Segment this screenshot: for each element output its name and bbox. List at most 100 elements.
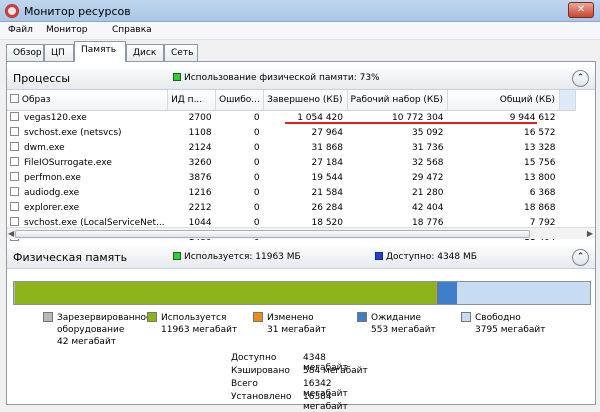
- cell-faults: 0: [253, 157, 260, 168]
- menu-bar: Файл Монитор Справка: [0, 22, 600, 40]
- table-row[interactable]: svchost.exe (netsvcs) 1108 0 27 964 35 092 16…: [7, 125, 576, 140]
- process-name: vegas120.exe: [24, 113, 87, 124]
- cell-pid: 2212: [188, 202, 212, 213]
- physical-memory-header[interactable]: Физическая память Используется: 11963 МБ…: [7, 247, 595, 269]
- process-image: audiodg.exe: [7, 185, 168, 200]
- title-bar: Монитор ресурсов ✕: [0, 0, 600, 22]
- close-button[interactable]: ✕: [568, 2, 594, 18]
- table-row[interactable]: dwm.exe 2124 0 31 868 31 736 13 328: [7, 140, 576, 155]
- cell-commit: 19 544: [311, 172, 344, 183]
- row-checkbox[interactable]: [10, 127, 19, 136]
- free-swatch: [461, 312, 471, 322]
- table-row[interactable]: FileIOSurrogate.exe 3260 0 27 184 32 568 15 7…: [7, 155, 576, 170]
- cell-faults: 0: [253, 142, 260, 153]
- column-faults[interactable]: Ошибо...: [215, 90, 265, 111]
- physical-memory-title: Физическая память: [13, 251, 128, 264]
- cell-faults: 0: [253, 127, 260, 138]
- table-row[interactable]: perfmon.exe 3876 0 19 544 29 472 13 800: [7, 170, 576, 185]
- stat-total: Всего 16342 мегабайт: [231, 379, 371, 399]
- used-text: Используется: 11963 МБ: [184, 252, 301, 262]
- process-image: perfmon.exe: [7, 170, 168, 185]
- process-image: explorer.exe: [7, 200, 168, 215]
- stat-cached: Кэшировано 584 мегабайт: [231, 366, 371, 379]
- process-name: dwm.exe: [24, 143, 65, 153]
- cell-commit: 31 868: [311, 142, 344, 153]
- legend-in-use-label: Используется: [161, 313, 227, 323]
- cell-working-set: 35 092: [412, 127, 444, 138]
- legend-modified-value: 31 мегабайт: [267, 325, 327, 335]
- stat-total-label: Всего: [231, 379, 258, 389]
- row-checkbox[interactable]: [10, 187, 19, 196]
- tab-network[interactable]: Сеть: [164, 44, 198, 61]
- legend-modified-label: Изменено: [267, 313, 314, 323]
- processes-header[interactable]: Процессы Использование физической памяти…: [7, 68, 595, 90]
- cell-shareable: 16 572: [524, 127, 556, 138]
- column-commit[interactable]: Завершено (КБ): [263, 90, 348, 111]
- legend-standby-label: Ожидание: [371, 313, 422, 323]
- row-checkbox[interactable]: [10, 172, 19, 181]
- bar-standby: [437, 282, 457, 304]
- used-info: Используется: 11963 МБ: [173, 252, 301, 262]
- row-checkbox[interactable]: [10, 157, 19, 166]
- scroll-right-icon[interactable]: ▶: [587, 229, 593, 238]
- column-pid[interactable]: ИД п...: [167, 90, 217, 111]
- cell-faults: 0: [253, 187, 260, 198]
- menu-help[interactable]: Справка: [112, 25, 152, 35]
- tab-memory[interactable]: Память: [74, 41, 126, 62]
- row-checkbox[interactable]: [10, 142, 19, 151]
- cell-extra: [560, 200, 576, 215]
- select-all-checkbox[interactable]: [10, 94, 19, 104]
- collapse-processes-icon[interactable]: ⌃: [572, 70, 589, 87]
- tab-cpu[interactable]: ЦП: [44, 44, 74, 61]
- tab-disk[interactable]: Диск: [126, 44, 164, 61]
- collapse-physical-icon[interactable]: ⌃: [572, 249, 589, 266]
- cell-shareable: 15 756: [524, 157, 556, 168]
- legend-standby-value: 553 мегабайт: [371, 325, 436, 335]
- row-checkbox[interactable]: [10, 217, 19, 226]
- menu-file[interactable]: Файл: [8, 25, 33, 35]
- cell-shareable: 6 368: [529, 187, 556, 198]
- cell-commit: 27 964: [311, 127, 344, 138]
- cell-shareable: 13 800: [524, 172, 556, 183]
- column-working-set[interactable]: Рабочий набор (КБ): [347, 90, 449, 111]
- green-square-icon: [173, 252, 181, 260]
- stat-installed-label: Установлено: [231, 392, 292, 402]
- cell-working-set: 29 472: [412, 172, 444, 183]
- cell-pid: 1108: [188, 127, 212, 138]
- table-row[interactable]: audiodg.exe 1216 0 21 584 21 280 6 368: [7, 185, 576, 200]
- column-extra: [559, 90, 577, 111]
- row-checkbox[interactable]: [10, 112, 19, 122]
- memory-usage-text: Использование физической памяти: 73%: [184, 73, 380, 83]
- scroll-left-icon[interactable]: ◀: [8, 229, 14, 238]
- process-name: explorer.exe: [24, 203, 80, 213]
- cell-working-set: 32 568: [412, 157, 444, 168]
- cell-extra: [560, 185, 576, 200]
- available-text: Доступно: 4348 МБ: [386, 252, 477, 262]
- scrollbar-thumb[interactable]: [15, 230, 530, 238]
- column-shareable[interactable]: Общий (КБ): [447, 90, 561, 111]
- memory-bar: [13, 281, 591, 305]
- row-checkbox[interactable]: [10, 202, 19, 211]
- modified-swatch: [253, 312, 263, 322]
- cell-commit: 27 184: [311, 157, 344, 168]
- cell-pid: 1216: [188, 187, 212, 198]
- cell-faults: 0: [253, 172, 260, 183]
- stat-installed: Установлено 16384 мегабайт: [231, 392, 371, 412]
- processes-title: Процессы: [13, 72, 71, 85]
- cell-extra: [560, 110, 576, 125]
- cell-extra: [560, 125, 576, 140]
- table-header-row: Образ ИД п... Ошибо... Завершено (КБ) Ра…: [7, 90, 577, 111]
- horizontal-scrollbar[interactable]: ◀ ▶: [7, 227, 595, 239]
- process-name: FileIOSurrogate.exe: [24, 158, 112, 168]
- stat-available-label: Доступно: [231, 353, 277, 363]
- menu-monitor[interactable]: Монитор: [46, 25, 87, 35]
- tab-overview[interactable]: Обзор: [6, 44, 44, 61]
- table-row[interactable]: explorer.exe 2212 0 26 284 42 404 18 868: [7, 200, 576, 215]
- cell-extra: [560, 170, 576, 185]
- cell-pid: 2124: [188, 142, 212, 153]
- window-title: Монитор ресурсов: [24, 5, 131, 18]
- stat-installed-value: 16384 мегабайт: [303, 392, 348, 412]
- cell-shareable: 13 328: [524, 142, 556, 153]
- column-image[interactable]: Образ: [7, 90, 169, 111]
- process-image: svchost.exe (netsvcs): [7, 125, 168, 140]
